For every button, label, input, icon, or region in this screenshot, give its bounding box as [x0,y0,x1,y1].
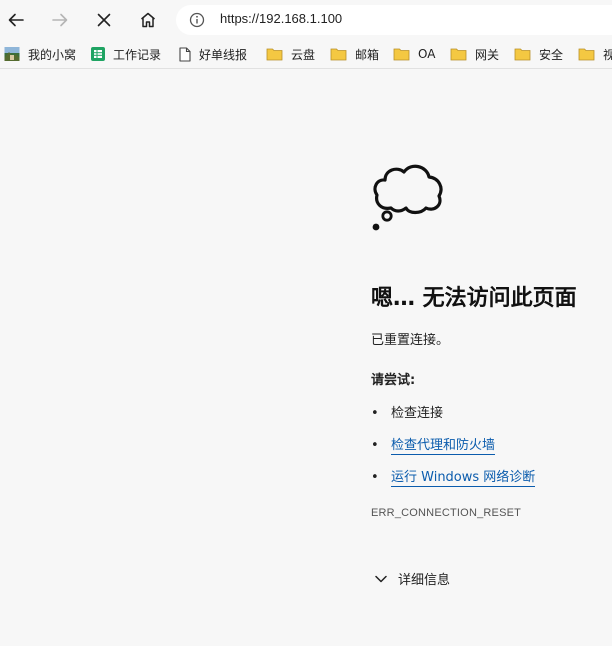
folder-icon [330,47,347,61]
forward-button[interactable] [44,4,76,36]
bullet: • [371,438,379,453]
page-title: 嗯… 无法访问此页面 [371,286,577,311]
try-heading: 请尝试: [371,373,416,388]
info-icon[interactable] [189,12,205,32]
page-icon [179,46,191,62]
arrow-left-icon [8,13,24,27]
folder-icon [578,47,595,61]
home-button[interactable] [132,4,164,36]
landscape-image-icon [4,46,20,62]
stop-button[interactable] [88,4,120,36]
error-description: 已重置连接。 [371,333,450,348]
address-bar[interactable]: https://192.168.1.100 [176,5,612,35]
check-proxy-firewall-link[interactable]: 检查代理和防火墙 [391,438,496,455]
bullet: • [371,406,379,421]
home-icon [141,12,155,28]
bookmark-item[interactable]: 我的小窝 [4,40,76,68]
folder-icon [514,47,531,61]
browser-toolbar: https://192.168.1.100 [0,0,612,40]
close-icon [97,13,111,27]
suggestion-item: • 运行 Windows 网络诊断 [371,466,536,487]
folder-icon [266,47,283,61]
chevron-down-icon [375,575,387,582]
arrow-right-icon [52,13,68,27]
spreadsheet-icon [91,47,105,61]
folder-icon [393,47,410,61]
back-button[interactable] [0,4,32,36]
details-button[interactable]: 详细信息 [374,569,450,588]
bookmark-item[interactable]: 云盘 [266,40,315,68]
bullet: • [371,470,379,485]
bookmark-item[interactable]: OA [393,40,435,68]
bookmark-item[interactable]: 邮箱 [330,40,379,68]
suggestion-item: • 检查连接 [371,406,444,421]
bookmark-item[interactable]: 视 [578,40,612,68]
bookmarks-bar: 我的小窝 工作记录 好单线报 云盘 邮箱 OA 网关 安全 [0,40,612,69]
bookmark-item[interactable]: 安全 [514,40,563,68]
error-code: ERR_CONNECTION_RESET [371,507,522,519]
bookmark-item[interactable]: 网关 [450,40,499,68]
run-network-diagnostics-link[interactable]: 运行 Windows 网络诊断 [391,470,536,487]
bookmark-item[interactable]: 好单线报 [179,40,247,68]
bookmark-item[interactable]: 工作记录 [91,40,161,68]
thought-cloud-icon [372,164,443,231]
url-text[interactable]: https://192.168.1.100 [220,11,342,26]
suggestion-item: • 检查代理和防火墙 [371,434,496,455]
folder-icon [450,47,467,61]
error-page: 嗯… 无法访问此页面 已重置连接。 请尝试: • 检查连接 • 检查代理和防火墙 •… [0,69,612,646]
